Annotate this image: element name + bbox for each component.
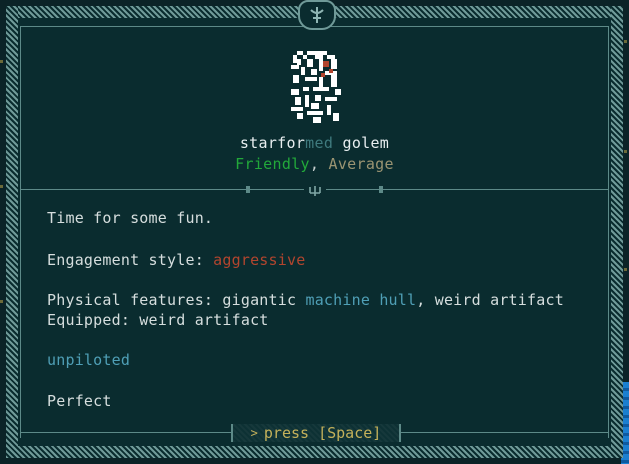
map-speck (624, 268, 627, 271)
map-speck (624, 150, 627, 153)
inner-frame-right (608, 26, 609, 438)
creature-name: starformed golem (6, 134, 623, 152)
trident-ornament-icon (304, 185, 326, 199)
ornament-icon (298, 0, 336, 30)
prompt-caret: > (250, 426, 258, 440)
condition-text: Perfect (47, 392, 112, 410)
piloted-status: unpiloted (47, 351, 131, 369)
physical-rest: , weird artifact (416, 291, 564, 309)
engagement-style: Engagement style: aggressive (47, 251, 305, 269)
disposition-separator: , (309, 155, 329, 173)
dialog-border-bottom (6, 446, 623, 458)
press-space-button[interactable]: > press [Space] (231, 424, 401, 442)
physical-label: Physical features: gigantic (47, 291, 306, 309)
attitude-label: Friendly (235, 155, 310, 173)
prompt-label: press [Space] (263, 424, 382, 442)
physical-features: Physical features: gigantic machine hull… (47, 291, 564, 309)
creature-disposition: Friendly, Average (6, 155, 623, 173)
creature-name-part3: golem (333, 134, 390, 152)
difficulty-label: Average (328, 155, 394, 173)
creature-name-part2: med (305, 134, 334, 152)
divider-cap-right (379, 186, 383, 193)
engagement-value: aggressive (213, 251, 306, 269)
greeting-text: Time for some fun. (47, 209, 214, 227)
map-speck (0, 185, 3, 188)
dialog-border-right (611, 6, 623, 458)
ornament-glyph (310, 7, 324, 23)
map-speck (0, 60, 3, 63)
map-speck (0, 300, 3, 303)
divider-cap-left (246, 186, 250, 193)
map-speck (624, 40, 627, 43)
trident-glyph (309, 186, 321, 196)
creature-info-dialog: starformed golem Friendly, Average Time … (6, 0, 623, 458)
engagement-label: Engagement style: (47, 251, 214, 269)
physical-highlight: machine hull (305, 291, 417, 309)
golem-portrait-icon (291, 51, 341, 123)
equipped-line: Equipped: weird artifact (47, 311, 269, 329)
creature-name-part1: starfor (239, 134, 306, 152)
inner-frame-left (20, 26, 21, 438)
dialog-border-left (6, 6, 18, 458)
